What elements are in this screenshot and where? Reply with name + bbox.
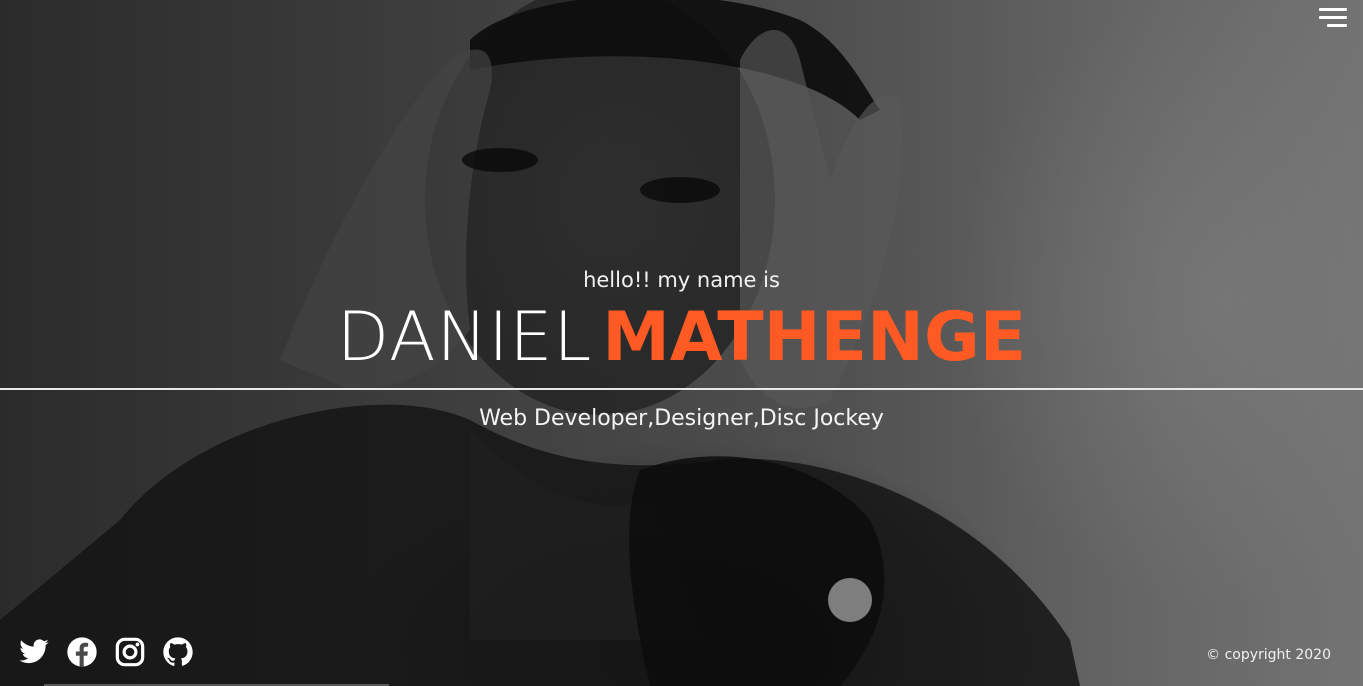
hamburger-menu-icon[interactable] bbox=[1317, 6, 1347, 30]
facebook-link[interactable] bbox=[66, 636, 98, 668]
social-links bbox=[18, 636, 194, 668]
roles-subtitle: Web Developer,Designer,Disc Jockey bbox=[479, 406, 884, 431]
last-name: MATHENGE bbox=[602, 298, 1027, 377]
horizontal-divider bbox=[0, 388, 1363, 390]
hero-section: hello!! my name is DANIEL MATHENGE Web De… bbox=[0, 0, 1363, 686]
instagram-icon bbox=[115, 637, 145, 667]
first-name: DANIEL bbox=[336, 298, 593, 377]
menu-line bbox=[1319, 8, 1347, 11]
menu-line bbox=[1327, 24, 1347, 27]
intro-text: hello!! my name is bbox=[583, 268, 780, 292]
instagram-link[interactable] bbox=[114, 636, 146, 668]
copyright-text: © copyright 2020 bbox=[1206, 647, 1331, 663]
facebook-icon bbox=[67, 637, 97, 667]
menu-line bbox=[1319, 16, 1347, 19]
twitter-icon bbox=[19, 639, 49, 664]
full-name-heading: DANIEL MATHENGE bbox=[0, 296, 1363, 380]
github-icon bbox=[163, 637, 193, 666]
github-link[interactable] bbox=[162, 636, 194, 668]
twitter-link[interactable] bbox=[18, 636, 50, 668]
